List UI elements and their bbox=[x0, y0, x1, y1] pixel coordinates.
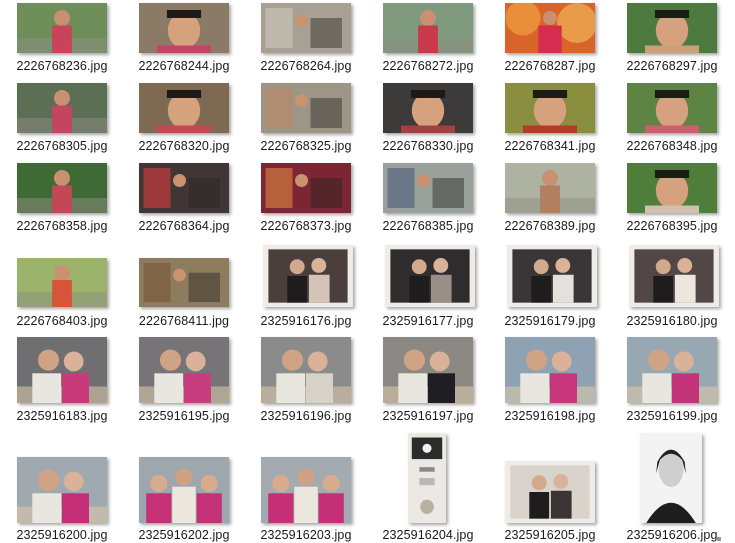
file-name-label[interactable]: 2226768287.jpg bbox=[495, 59, 605, 73]
image-thumbnail[interactable] bbox=[629, 245, 719, 307]
image-thumbnail[interactable] bbox=[640, 433, 702, 523]
file-name-label[interactable]: 2325916205.jpg bbox=[495, 528, 605, 542]
image-thumbnail[interactable] bbox=[383, 163, 473, 213]
image-thumbnail[interactable] bbox=[627, 3, 717, 53]
scroll-indicator bbox=[717, 537, 721, 541]
file-name-label[interactable]: 2325916180.jpg bbox=[617, 314, 727, 328]
file-name-label[interactable]: 2226768385.jpg bbox=[373, 219, 483, 233]
image-thumbnail[interactable] bbox=[383, 83, 473, 133]
file-name-label[interactable]: 2325916196.jpg bbox=[251, 409, 361, 423]
image-thumbnail[interactable] bbox=[139, 83, 229, 133]
image-thumbnail[interactable] bbox=[505, 3, 595, 53]
file-name-label[interactable]: 2226768236.jpg bbox=[7, 59, 117, 73]
image-thumbnail[interactable] bbox=[139, 337, 229, 403]
image-thumbnail[interactable] bbox=[505, 337, 595, 403]
image-thumbnail[interactable] bbox=[261, 83, 351, 133]
file-name-label[interactable]: 2325916200.jpg bbox=[7, 528, 117, 542]
image-thumbnail[interactable] bbox=[505, 461, 595, 523]
file-name-label[interactable]: 2226768403.jpg bbox=[7, 314, 117, 328]
file-name-label[interactable]: 2325916203.jpg bbox=[251, 528, 361, 542]
file-name-label[interactable]: 2226768330.jpg bbox=[373, 139, 483, 153]
file-name-label[interactable]: 2226768244.jpg bbox=[129, 59, 239, 73]
file-name-label[interactable]: 2226768341.jpg bbox=[495, 139, 605, 153]
file-name-label[interactable]: 2226768297.jpg bbox=[617, 59, 727, 73]
file-name-label[interactable]: 2325916195.jpg bbox=[129, 409, 239, 423]
image-thumbnail[interactable] bbox=[261, 163, 351, 213]
image-thumbnail[interactable] bbox=[383, 337, 473, 403]
file-name-label[interactable]: 2226768389.jpg bbox=[495, 219, 605, 233]
image-thumbnail[interactable] bbox=[139, 258, 229, 307]
image-thumbnail[interactable] bbox=[17, 457, 107, 523]
file-name-label[interactable]: 2325916198.jpg bbox=[495, 409, 605, 423]
image-thumbnail[interactable] bbox=[17, 258, 107, 307]
file-name-label[interactable]: 2325916183.jpg bbox=[7, 409, 117, 423]
image-thumbnail[interactable] bbox=[507, 245, 597, 307]
file-grid: 2226768236.jpg 2226768244.jpg 2226768264… bbox=[0, 0, 735, 543]
file-name-label[interactable]: 2226768272.jpg bbox=[373, 59, 483, 73]
file-name-label[interactable]: 2325916204.jpg bbox=[373, 528, 483, 542]
image-thumbnail[interactable] bbox=[261, 337, 351, 403]
image-thumbnail[interactable] bbox=[139, 3, 229, 53]
file-name-label[interactable]: 2226768364.jpg bbox=[129, 219, 239, 233]
image-thumbnail[interactable] bbox=[505, 83, 595, 133]
file-name-label[interactable]: 2325916179.jpg bbox=[495, 314, 605, 328]
image-thumbnail[interactable] bbox=[505, 163, 595, 213]
image-thumbnail[interactable] bbox=[261, 457, 351, 523]
file-name-label[interactable]: 2325916206.jpg bbox=[617, 528, 727, 542]
image-thumbnail[interactable] bbox=[627, 337, 717, 403]
image-thumbnail[interactable] bbox=[385, 245, 475, 307]
file-name-label[interactable]: 2325916202.jpg bbox=[129, 528, 239, 542]
file-name-label[interactable]: 2226768305.jpg bbox=[7, 139, 117, 153]
file-name-label[interactable]: 2325916176.jpg bbox=[251, 314, 361, 328]
image-thumbnail[interactable] bbox=[627, 163, 717, 213]
file-name-label[interactable]: 2226768325.jpg bbox=[251, 139, 361, 153]
image-thumbnail[interactable] bbox=[263, 245, 353, 307]
image-thumbnail[interactable] bbox=[17, 83, 107, 133]
image-thumbnail[interactable] bbox=[17, 163, 107, 213]
file-name-label[interactable]: 2325916177.jpg bbox=[373, 314, 483, 328]
image-thumbnail[interactable] bbox=[17, 337, 107, 403]
file-name-label[interactable]: 2226768395.jpg bbox=[617, 219, 727, 233]
image-thumbnail[interactable] bbox=[408, 433, 446, 523]
image-thumbnail[interactable] bbox=[383, 3, 473, 53]
image-thumbnail[interactable] bbox=[261, 3, 351, 53]
image-thumbnail[interactable] bbox=[627, 83, 717, 133]
image-thumbnail[interactable] bbox=[139, 163, 229, 213]
file-name-label[interactable]: 2325916197.jpg bbox=[373, 409, 483, 423]
file-name-label[interactable]: 2226768411.jpg bbox=[129, 314, 239, 328]
file-name-label[interactable]: 2226768320.jpg bbox=[129, 139, 239, 153]
file-name-label[interactable]: 2226768373.jpg bbox=[251, 219, 361, 233]
image-thumbnail[interactable] bbox=[17, 3, 107, 53]
file-name-label[interactable]: 2226768348.jpg bbox=[617, 139, 727, 153]
image-thumbnail[interactable] bbox=[139, 457, 229, 523]
file-name-label[interactable]: 2325916199.jpg bbox=[617, 409, 727, 423]
file-name-label[interactable]: 2226768264.jpg bbox=[251, 59, 361, 73]
file-name-label[interactable]: 2226768358.jpg bbox=[7, 219, 117, 233]
